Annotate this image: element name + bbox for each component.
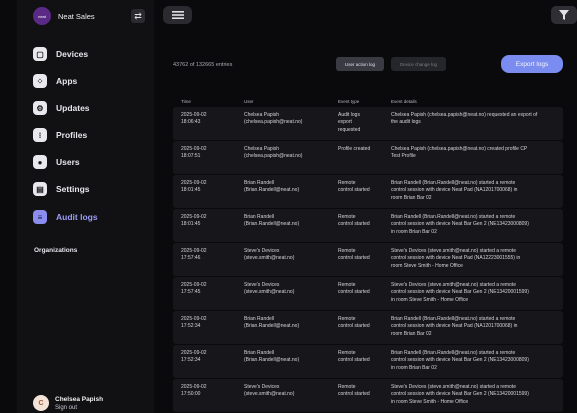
- cell-event-details: Chelsea Papish (chelsea.papish@neat.no) …: [391, 112, 538, 126]
- filter-button[interactable]: [551, 6, 577, 24]
- cell-time: 2025-09-02 17:57:46: [181, 248, 207, 262]
- cell-time: 2025-09-02 17:57:45: [181, 282, 207, 296]
- hamburger-icon: [171, 11, 184, 19]
- cell-user: Steve's Devices (steve.smith@neat.no): [244, 282, 295, 296]
- cell-time: 2025-09-02 18:07:51: [181, 146, 207, 160]
- sidebar-item-label: Profiles: [56, 130, 88, 140]
- sidebar-item-label: Apps: [56, 76, 78, 86]
- cell-event-details: Brian Randell (Brian.Randell@neat.no) st…: [391, 180, 518, 201]
- cell-event-details: Chelsea Papish (chelsea.papish@neat.no) …: [391, 146, 528, 160]
- header-user: User: [244, 99, 254, 104]
- audit-log-table: Time User Event type Event details 2025-…: [173, 95, 563, 412]
- cell-user: Steve's Devices (steve.smith@neat.no): [244, 248, 295, 262]
- cell-event-type: Remote control started: [338, 248, 370, 262]
- table-row[interactable]: 2025-09-02 18:06:43 Chelsea Papish (chels…: [173, 107, 563, 140]
- table-row[interactable]: 2025-09-02 18:01:45 Brian Randell (Brian.…: [173, 209, 563, 242]
- header-event-type: Event type: [338, 99, 360, 104]
- devices-icon: ▢: [33, 47, 47, 61]
- cell-user: Brian Randell (Brian.Randell@neat.no): [244, 350, 300, 364]
- cell-event-type: Remote control started: [338, 180, 370, 194]
- org-name: Neat Sales: [58, 11, 95, 21]
- audit-logs-icon: ≡: [33, 210, 47, 224]
- table-row[interactable]: 2025-09-02 17:52:34 Brian Randell (Brian.…: [173, 345, 563, 378]
- cell-user: Brian Randell (Brian.Randell@neat.no): [244, 180, 300, 194]
- cell-event-details: Brian Randell (Brian.Randell@neat.no) st…: [391, 350, 529, 371]
- cell-event-details: Brian Randell (Brian.Randell@neat.no) st…: [391, 214, 529, 235]
- cell-user: Chelsea Papish (chelsea.papish@neat.no): [244, 112, 303, 126]
- org-switcher[interactable]: neat Neat Sales ⇄: [33, 6, 145, 26]
- user-action-log-tab[interactable]: User action log: [336, 57, 384, 71]
- cell-event-type: Remote control started: [338, 350, 370, 364]
- user-profile[interactable]: C Chelsea Papish Sign out: [33, 392, 145, 413]
- sidebar-item-users[interactable]: ● Users: [33, 153, 145, 171]
- sidebar-item-label: Settings: [56, 184, 90, 194]
- cell-event-details: Brian Randell (Brian.Randell@neat.no) st…: [391, 316, 518, 337]
- cell-event-details: Steve's Devices (steve.smith@neat.no) st…: [391, 248, 521, 269]
- cell-event-type: Remote control started: [338, 384, 370, 398]
- menu-toggle-button[interactable]: [163, 6, 192, 24]
- cell-event-details: Steve's Devices (steve.smith@neat.no) st…: [391, 282, 529, 303]
- entries-count: 43762 of 132665 entries: [173, 62, 233, 68]
- cell-event-type: Remote control started: [338, 282, 370, 296]
- table-row[interactable]: 2025-09-02 17:52:34 Brian Randell (Brian.…: [173, 311, 563, 344]
- table-header: Time User Event type Event details: [173, 95, 563, 107]
- cell-event-type: Profile created: [338, 146, 371, 152]
- sidebar-item-label: Devices: [56, 49, 89, 59]
- cell-user: Brian Randell (Brian.Randell@neat.no): [244, 214, 300, 228]
- export-logs-button[interactable]: Export logs: [501, 55, 563, 73]
- cell-time: 2025-09-02 17:52:34: [181, 350, 207, 364]
- table-row[interactable]: 2025-09-02 17:57:45 Steve's Devices (stev…: [173, 277, 563, 310]
- table-row[interactable]: 2025-09-02 17:50:00 Steve's Devices (stev…: [173, 379, 563, 412]
- users-icon: ●: [33, 155, 47, 169]
- updates-icon: ⚙: [33, 101, 47, 115]
- sidebar-item-label: Updates: [56, 103, 90, 113]
- sidebar-item-updates[interactable]: ⚙ Updates: [33, 99, 145, 117]
- sidebar-item-settings[interactable]: ▤ Settings: [33, 180, 145, 198]
- table-row[interactable]: 2025-09-02 18:01:45 Brian Randell (Brian.…: [173, 175, 563, 208]
- cell-time: 2025-09-02 17:50:00: [181, 384, 207, 398]
- org-logo: neat: [33, 7, 51, 25]
- filter-icon: [559, 10, 569, 20]
- sign-out-link[interactable]: Sign out: [55, 405, 103, 411]
- table-row[interactable]: 2025-09-02 17:57:46 Steve's Devices (stev…: [173, 243, 563, 276]
- cell-event-type: Remote control started: [338, 214, 370, 228]
- cell-user: Chelsea Papish (chelsea.papish@neat.no): [244, 146, 303, 160]
- settings-icon: ▤: [33, 182, 47, 196]
- cell-event-details: Steve's Devices (steve.smith@neat.no) st…: [391, 384, 529, 405]
- sidebar-item-devices[interactable]: ▢ Devices: [33, 45, 145, 63]
- cell-time: 2025-09-02 18:01:45: [181, 180, 207, 194]
- cell-time: 2025-09-02 17:52:34: [181, 316, 207, 330]
- sidebar-item-label: Audit logs: [56, 212, 98, 222]
- user-name: Chelsea Papish: [55, 395, 104, 403]
- cell-event-type: Audit logs export requested: [338, 112, 361, 133]
- sidebar-item-profiles[interactable]: ⁝ Profiles: [33, 126, 145, 144]
- organizations-title: Organizations: [34, 247, 78, 254]
- sidebar-item-label: Users: [56, 157, 80, 167]
- header-time: Time: [181, 99, 191, 104]
- cell-user: Steve's Devices (steve.smith@neat.no): [244, 384, 295, 398]
- cell-time: 2025-09-02 18:06:43: [181, 112, 207, 126]
- sidebar: neat Neat Sales ⇄ ▢ Devices ⁘ Apps ⚙ Updates ⁝…: [17, 0, 154, 413]
- sidebar-item-apps[interactable]: ⁘ Apps: [33, 72, 145, 90]
- header-event-details: Event details: [391, 99, 417, 104]
- profiles-icon: ⁝: [33, 128, 47, 142]
- cell-user: Brian Randell (Brian.Randell@neat.no): [244, 316, 300, 330]
- table-row[interactable]: 2025-09-02 18:07:51 Chelsea Papish (chels…: [173, 141, 563, 174]
- device-change-log-tab[interactable]: Device change log: [391, 57, 446, 71]
- cell-time: 2025-09-02 18:01:45: [181, 214, 207, 228]
- avatar: C: [33, 395, 49, 411]
- apps-icon: ⁘: [33, 74, 47, 88]
- cell-event-type: Remote control started: [338, 316, 370, 330]
- sidebar-item-audit-logs[interactable]: ≡ Audit logs: [33, 208, 145, 226]
- swap-icon[interactable]: ⇄: [131, 9, 145, 23]
